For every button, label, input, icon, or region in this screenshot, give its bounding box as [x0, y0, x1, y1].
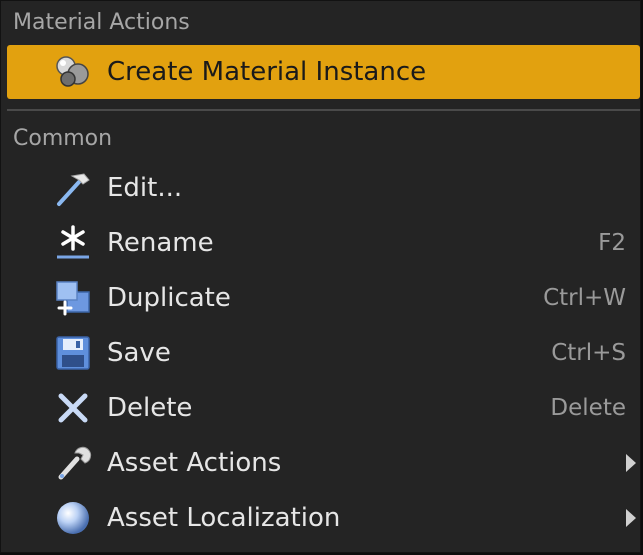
menu-item-delete[interactable]: Delete Delete [7, 382, 640, 434]
section-header-common: Common [13, 126, 113, 151]
menu-item-label: Edit... [107, 173, 183, 203]
menu-item-rename[interactable]: Rename F2 [7, 217, 640, 269]
menu-item-label: Duplicate [107, 283, 231, 313]
shortcut-label: Ctrl+W [543, 285, 626, 311]
menu-item-save[interactable]: Save Ctrl+S [7, 327, 640, 379]
menu-item-label: Create Material Instance [107, 57, 427, 87]
menu-item-label: Asset Localization [107, 503, 341, 533]
menu-item-asset-localization[interactable]: Asset Localization [7, 492, 640, 544]
globe-icon [53, 498, 93, 538]
floppy-disk-icon [53, 333, 93, 373]
shortcut-label: Delete [550, 395, 626, 421]
wrench-icon [53, 443, 93, 483]
submenu-arrow-icon [626, 509, 636, 527]
asterisk-icon [53, 223, 93, 263]
menu-item-create-material-instance[interactable]: Create Material Instance [7, 45, 640, 99]
context-menu: Material Actions Create Material Instanc… [0, 0, 641, 553]
menu-item-asset-actions[interactable]: Asset Actions [7, 437, 640, 489]
submenu-arrow-icon [626, 454, 636, 472]
menu-item-label: Rename [107, 228, 214, 258]
shortcut-label: F2 [598, 230, 626, 256]
duplicate-icon [53, 278, 93, 318]
menu-item-duplicate[interactable]: Duplicate Ctrl+W [7, 272, 640, 324]
menu-item-label: Asset Actions [107, 448, 282, 478]
section-header-material-actions: Material Actions [13, 10, 190, 35]
x-icon [53, 388, 93, 428]
material-sphere-icon [53, 52, 93, 92]
menu-item-label: Delete [107, 393, 193, 423]
menu-item-edit[interactable]: Edit... [7, 162, 640, 214]
menu-item-label: Save [107, 338, 171, 368]
menu-separator [7, 109, 640, 111]
shortcut-label: Ctrl+S [551, 340, 626, 366]
hammer-icon [53, 168, 93, 208]
